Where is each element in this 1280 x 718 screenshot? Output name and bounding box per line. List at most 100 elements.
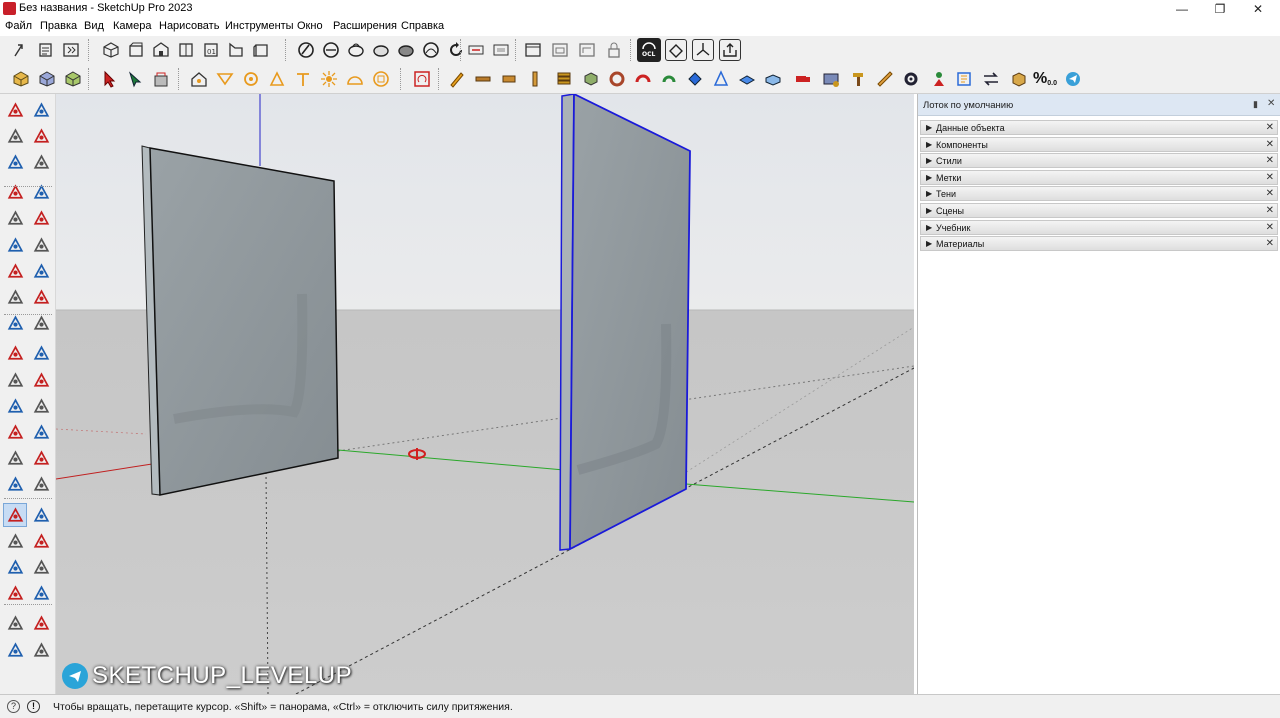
telegram-icon[interactable] [1062, 68, 1084, 90]
board-icon[interactable] [524, 68, 546, 90]
tray-panel-row[interactable]: ▶ Стили ✕ [920, 153, 1278, 169]
select-icon[interactable] [98, 68, 120, 90]
lock-icon[interactable] [603, 39, 625, 61]
chevron-icon[interactable] [632, 68, 654, 90]
menu-edit[interactable]: Правка [40, 20, 77, 32]
eraser-icon[interactable] [29, 124, 53, 148]
panel-close-icon[interactable]: ✕ [1266, 155, 1274, 166]
back-view-icon[interactable]: 01 [200, 39, 222, 61]
draw-tool-icon[interactable] [214, 68, 236, 90]
close-button[interactable]: ✕ [1240, 0, 1276, 18]
model-viewport[interactable] [56, 94, 914, 694]
expand-arrow-icon[interactable]: ▶ [926, 173, 932, 182]
xray-icon[interactable] [295, 39, 317, 61]
section-fill-icon[interactable] [549, 39, 571, 61]
tray-close-icon[interactable]: ✕ [1267, 98, 1277, 109]
push-pull-icon[interactable] [29, 312, 53, 336]
panel-close-icon[interactable]: ✕ [1266, 238, 1274, 249]
expand-arrow-icon[interactable]: ▶ [926, 206, 932, 215]
swap-icon[interactable] [980, 68, 1002, 90]
protractor-icon[interactable] [29, 420, 53, 444]
minimize-button[interactable]: — [1164, 0, 1200, 18]
surface-icon[interactable] [762, 68, 784, 90]
layers-icon[interactable] [3, 638, 27, 662]
lasso-icon[interactable] [29, 98, 53, 122]
save-icon[interactable] [60, 39, 82, 61]
dome-icon[interactable] [344, 68, 366, 90]
text-icon[interactable] [3, 447, 27, 471]
hammer-icon[interactable] [848, 68, 870, 90]
paint-bucket-icon[interactable] [684, 68, 706, 90]
scene-icon[interactable] [576, 39, 598, 61]
intersect-axes-icon[interactable] [3, 394, 27, 418]
freehand-icon[interactable] [29, 181, 53, 205]
rectangle-icon[interactable] [3, 207, 27, 231]
section-plane-icon[interactable] [465, 39, 487, 61]
zoom-icon[interactable] [3, 529, 27, 553]
house-icon[interactable] [188, 68, 210, 90]
percent-icon[interactable]: % 0.0 [1033, 68, 1057, 90]
stack-icon[interactable] [553, 68, 575, 90]
section-cuts-icon[interactable] [490, 39, 512, 61]
circle-tool-icon[interactable] [240, 68, 262, 90]
hidden-line-icon[interactable] [370, 39, 392, 61]
expand-arrow-icon[interactable]: ▶ [926, 156, 932, 165]
plank-icon[interactable] [472, 68, 494, 90]
extension-box-icon[interactable] [665, 39, 687, 61]
outer-shell-icon[interactable] [36, 68, 58, 90]
machine-icon[interactable] [820, 68, 842, 90]
plant-icon[interactable] [658, 68, 680, 90]
shaded-textures-icon[interactable] [420, 39, 442, 61]
expand-arrow-icon[interactable]: ▶ [926, 140, 932, 149]
solid-tools-icon[interactable] [10, 68, 32, 90]
wireframe-icon[interactable] [345, 39, 367, 61]
section-icon[interactable] [3, 473, 27, 497]
zoom-window-icon[interactable] [29, 529, 53, 553]
previous-view-icon[interactable] [29, 555, 53, 579]
export-icon[interactable] [719, 39, 741, 61]
paint-bucket-icon[interactable] [3, 124, 27, 148]
expand-arrow-icon[interactable]: ▶ [926, 239, 932, 248]
axes-icon[interactable] [692, 39, 714, 61]
box-3d-icon[interactable] [1008, 68, 1030, 90]
menu-file[interactable]: Файл [5, 20, 32, 32]
info-icon[interactable]: ! [27, 700, 40, 713]
menu-help[interactable]: Справка [401, 20, 444, 32]
polygon-icon[interactable] [29, 233, 53, 257]
shaded-icon[interactable] [395, 39, 417, 61]
look-around-icon[interactable] [3, 612, 27, 636]
truck-icon[interactable] [792, 68, 814, 90]
monochrome-icon[interactable] [445, 39, 467, 61]
flatten-icon[interactable] [736, 68, 758, 90]
walk-icon[interactable] [29, 582, 53, 606]
right-view-icon[interactable] [175, 39, 197, 61]
bottom-view-icon[interactable] [250, 39, 272, 61]
panel-close-icon[interactable]: ✕ [1266, 222, 1274, 233]
maximize-button[interactable]: ❐ [1202, 0, 1238, 18]
two-point-arc-icon[interactable] [29, 259, 53, 283]
ocl-icon[interactable]: OCL [637, 38, 661, 62]
ruler-icon[interactable] [874, 68, 896, 90]
pie-icon[interactable] [29, 285, 53, 309]
tray-panel-row[interactable]: ▶ Тени ✕ [920, 186, 1278, 202]
expand-arrow-icon[interactable]: ▶ [926, 223, 932, 232]
panel-close-icon[interactable]: ✕ [1266, 139, 1274, 150]
tray-panel-row[interactable]: ▶ Метки ✕ [920, 169, 1278, 185]
orbit-icon[interactable] [3, 503, 27, 527]
person-icon[interactable] [928, 68, 950, 90]
follow-me-icon[interactable] [29, 342, 53, 366]
pin-icon[interactable]: ▮ [1253, 99, 1263, 109]
menu-extensions[interactable]: Расширения [333, 20, 397, 32]
display-sections-icon[interactable] [522, 39, 544, 61]
box-icon[interactable] [370, 68, 392, 90]
pencil-icon[interactable] [446, 68, 468, 90]
tag-eraser-icon[interactable] [29, 150, 53, 174]
top-view-icon[interactable] [125, 39, 147, 61]
drape-icon[interactable] [710, 68, 732, 90]
menu-view[interactable]: Вид [84, 20, 104, 32]
zoom-extents-icon[interactable] [3, 555, 27, 579]
geo-location-icon[interactable]: ? [7, 700, 20, 713]
iso-view-icon[interactable] [100, 39, 122, 61]
text-3d-icon[interactable] [29, 447, 53, 471]
menu-window[interactable]: Окно [297, 20, 323, 32]
